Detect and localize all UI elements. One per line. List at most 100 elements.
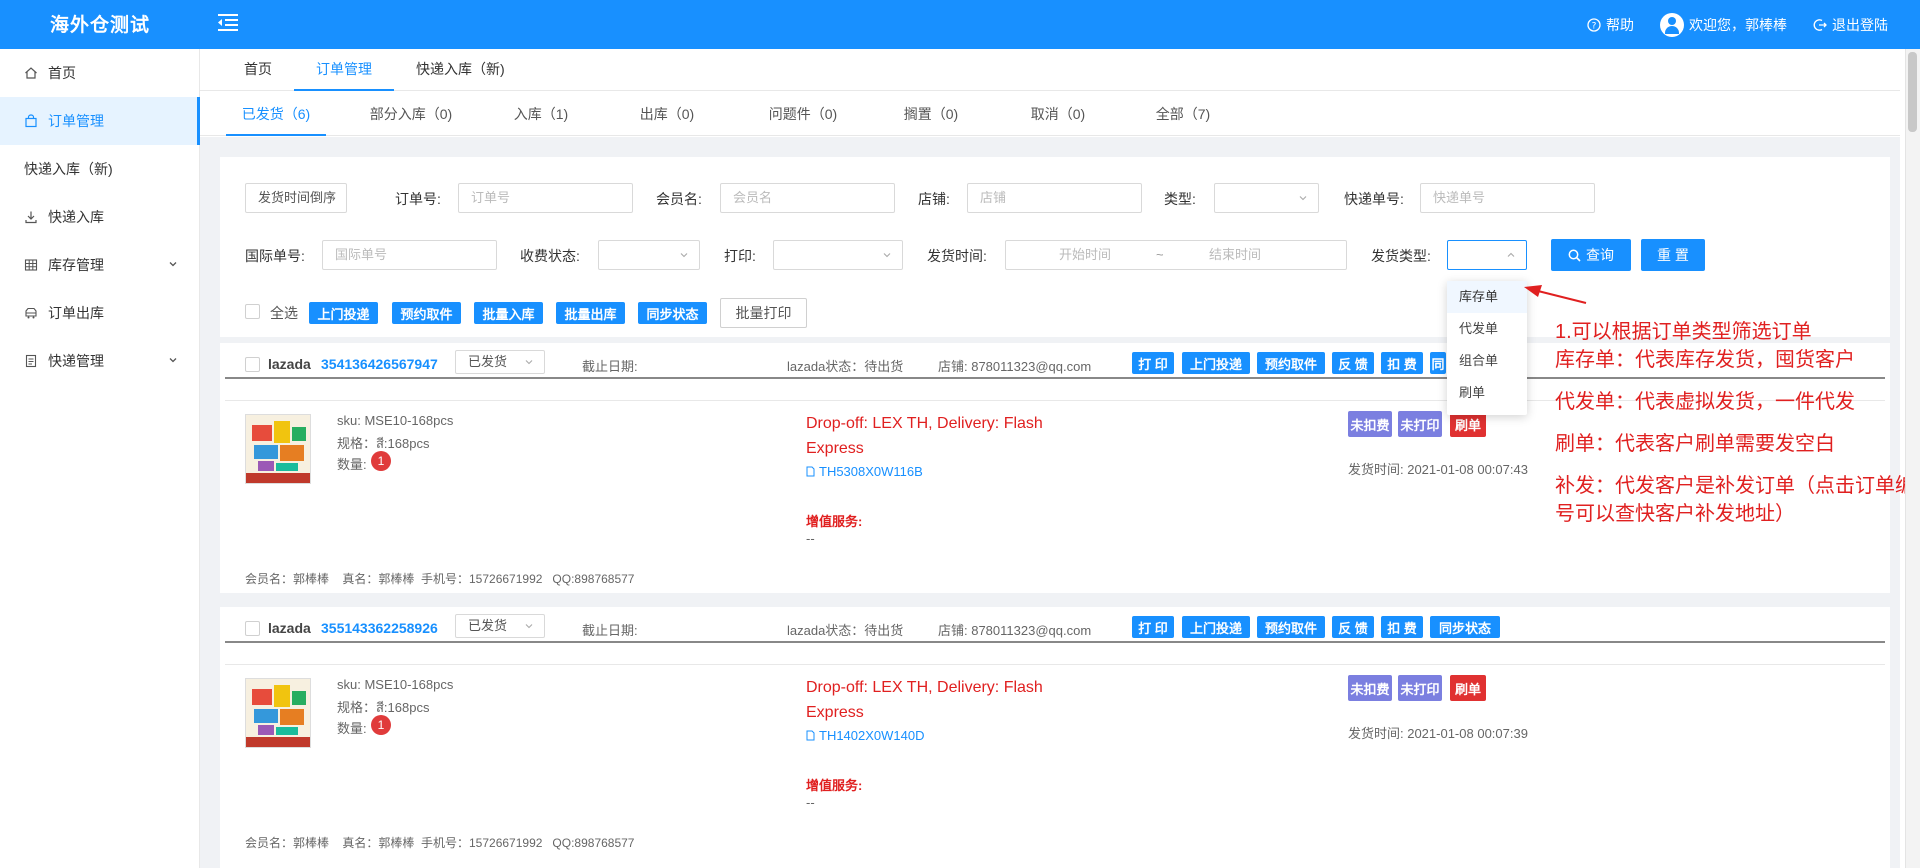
tab-partial-in[interactable]: 部分入库（0) [361,92,461,135]
tab-home[interactable]: 首页 [222,49,294,90]
chevron-down-icon [883,253,891,258]
query-button[interactable]: 查询 [1551,239,1631,271]
store-input[interactable]: 店铺 [967,183,1142,213]
logout-link[interactable]: 退出登陆 [1813,15,1888,35]
dropdown-option-dropship[interactable]: 代发单 [1447,313,1527,345]
help-link[interactable]: ? 帮助 [1587,15,1634,35]
dropdown-option-stock[interactable]: 库存单 [1447,281,1527,313]
divider [225,641,1885,643]
order-no-input[interactable]: 订单号 [458,183,633,213]
product-thumbnail[interactable] [245,678,311,748]
batch-print-button[interactable]: 批量打印 [720,298,807,328]
download-icon [25,211,37,224]
print-select[interactable] [773,240,903,270]
print-button[interactable]: 打 印 [1132,352,1174,374]
quantity-badge: 1 [371,715,391,735]
sidebar-item-home[interactable]: 首页 [0,49,199,97]
deduct-button[interactable]: 扣 费 [1381,352,1423,374]
pickup-button[interactable]: 预约取件 [392,302,461,324]
start-time-input[interactable]: 开始时间 [1059,241,1111,269]
end-time-input[interactable]: 结束时间 [1209,241,1261,269]
logout-icon [1813,18,1827,31]
express-input[interactable]: 快递单号 [1420,183,1595,213]
top-bar: 海外仓测试 ? 帮助 欢迎您，郭棒棒 退出登陆 [0,0,1920,49]
fee-select[interactable] [598,240,700,270]
sidebar-item-orders[interactable]: 订单管理 [0,97,200,145]
ship-type-label: 发货类型: [1371,248,1431,264]
order-checkbox[interactable] [245,621,260,636]
product-thumbnail[interactable] [245,414,311,484]
scrollbar-track[interactable] [1905,49,1920,868]
sidebar-item-inventory[interactable]: 库存管理 [0,241,199,289]
scrollbar-thumb[interactable] [1908,52,1917,132]
annotation-line: 刷单：代表客户刷单需要发空白 [1555,433,1835,455]
batch-out-button[interactable]: 批量出库 [556,302,625,324]
tab-all[interactable]: 全部（7) [1148,92,1218,135]
platform-status: lazada状态：待出货 [787,623,904,638]
help-icon: ? [1587,17,1601,32]
annotation-line: 代发单：代表虚拟发货，一件代发 [1555,391,1855,413]
tab-problem[interactable]: 问题件（0) [758,92,848,135]
member-input[interactable]: 会员名 [720,183,895,213]
door-delivery-button[interactable]: 上门投递 [309,302,378,324]
tab-express-new[interactable]: 快递入库（新) [394,49,527,90]
sync-status-button[interactable]: 同 [1430,352,1446,374]
print-button[interactable]: 打 印 [1132,616,1174,638]
tab-orders[interactable]: 订单管理 [294,49,394,91]
order-no-label: 订单号: [395,191,441,207]
chevron-down-icon [169,358,177,363]
sidebar-item-label: 订单出库 [48,305,104,321]
sidebar-item-label: 快递入库（新) [24,161,113,177]
chevron-up-icon [1507,252,1515,257]
sort-select[interactable]: 发货时间倒序 [245,183,347,213]
order-number-link[interactable]: 355143362258926 [321,620,438,636]
logistics-text: Drop-off: LEX TH, Delivery: Flash Expres… [806,415,1043,457]
product-image [246,679,310,747]
tab-cancel[interactable]: 取消（0) [1023,92,1093,135]
annotation-arrow-icon [1524,285,1587,304]
sidebar-item-express-in[interactable]: 快递入库 [0,193,199,241]
sync-status-button[interactable]: 同步状态 [1430,616,1500,638]
tracking-number: TH1402X0W140D [819,728,925,743]
member-label: 会员名: [656,191,702,207]
feedback-button[interactable]: 反 馈 [1332,616,1374,638]
vas-value: -- [806,795,815,810]
order-number-link[interactable]: 354136426567947 [321,356,438,372]
quantity-label: 数量: [337,721,367,736]
pickup-button[interactable]: 预约取件 [1257,616,1325,638]
door-delivery-button[interactable]: 上门投递 [1182,616,1250,638]
tab-hold[interactable]: 搁置（0) [896,92,966,135]
sidebar-item-order-out[interactable]: 订单出库 [0,289,199,337]
type-select[interactable] [1214,183,1319,213]
order-status-select[interactable]: 已发货 [455,614,545,638]
intl-input[interactable]: 国际单号 [322,240,497,270]
product-image [246,415,310,483]
sync-status-button[interactable]: 同步状态 [638,302,707,324]
file-icon [806,466,815,477]
reset-button[interactable]: 重 置 [1641,239,1705,271]
member-info: 会员名：郭棒棒 真名：郭棒棒 手机号：15726671992 QQ:898768… [245,836,635,850]
ship-time-range[interactable]: 开始时间 ~ 结束时间 [1005,240,1347,270]
dropdown-option-combo[interactable]: 组合单 [1447,345,1527,377]
select-all-checkbox[interactable] [245,304,260,319]
tracking-link[interactable]: TH5308X0W116B [806,464,923,479]
sidebar-item-label: 库存管理 [48,257,104,273]
tab-out[interactable]: 出库（0) [632,92,702,135]
batch-in-button[interactable]: 批量入库 [474,302,543,324]
feedback-button[interactable]: 反 馈 [1332,352,1374,374]
sidebar-item-express-new[interactable]: 快递入库（新) [0,145,199,193]
tab-in[interactable]: 入库（1) [506,92,576,135]
dropdown-option-brush[interactable]: 刷单 [1447,377,1527,409]
user-menu[interactable]: 欢迎您，郭棒棒 [1660,12,1787,37]
tab-shipped[interactable]: 已发货（6) [226,92,326,136]
ship-type-select[interactable] [1447,240,1527,270]
door-delivery-button[interactable]: 上门投递 [1182,352,1250,374]
deduct-button[interactable]: 扣 费 [1381,616,1423,638]
avatar [1660,12,1684,37]
pickup-button[interactable]: 预约取件 [1257,352,1325,374]
order-checkbox[interactable] [245,357,260,372]
sidebar-item-express-manage[interactable]: 快递管理 [0,337,199,385]
order-status-select[interactable]: 已发货 [455,350,545,374]
tracking-link[interactable]: TH1402X0W140D [806,728,925,743]
menu-collapse-icon[interactable] [216,10,240,34]
